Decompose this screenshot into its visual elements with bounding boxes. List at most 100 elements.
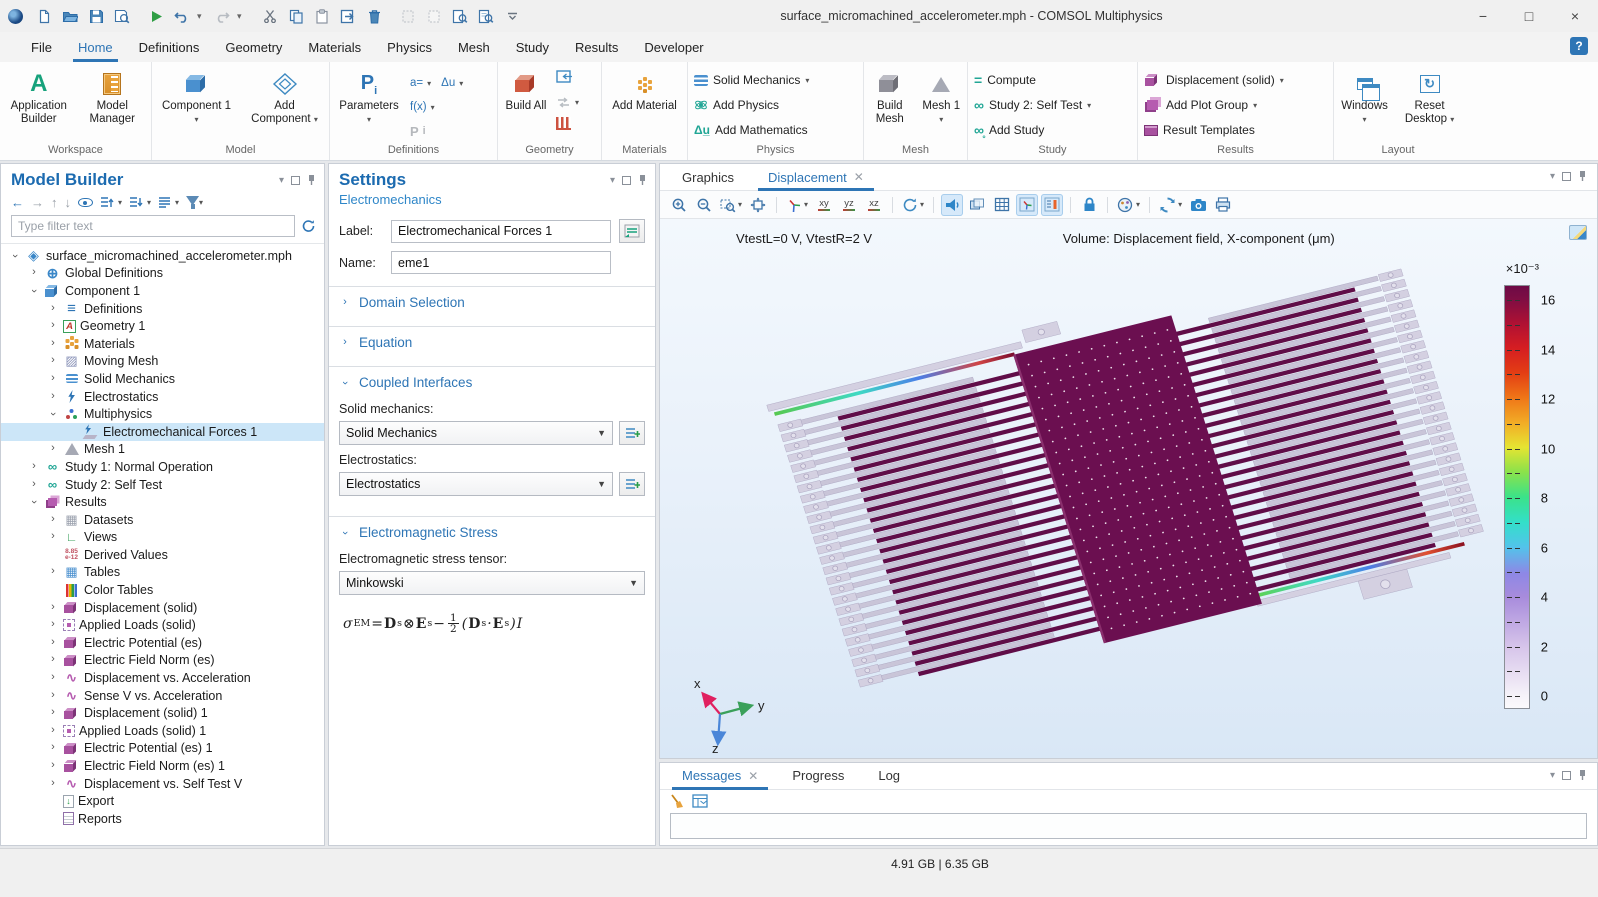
add-material-button[interactable]: Add Material <box>609 68 681 113</box>
tree-item[interactable]: Reports <box>1 810 324 828</box>
tree-item[interactable]: Export <box>1 792 324 810</box>
tree-item[interactable]: ›Multiphysics <box>1 405 324 423</box>
tree-expander-icon[interactable]: › <box>47 689 59 701</box>
tree-expander-icon[interactable]: › <box>47 530 59 542</box>
tree-expander-icon[interactable]: › <box>28 460 40 472</box>
plot-update-button[interactable]: ▾ <box>1157 194 1184 216</box>
tree-expander-icon[interactable]: › <box>47 565 59 577</box>
tree-expander-icon[interactable]: › <box>47 759 59 771</box>
tree-expander-icon[interactable]: › <box>47 390 59 402</box>
variables-button[interactable]: a=▾ <box>410 72 431 94</box>
view-yz-button[interactable]: yz <box>838 194 860 216</box>
add-study-button[interactable]: ∞̥Add Study <box>974 118 1044 142</box>
panel-menu-icon[interactable]: ▾ <box>279 175 284 186</box>
zoom-out-button[interactable] <box>693 194 715 216</box>
tree-item[interactable]: ›Component 1 <box>1 282 324 300</box>
panel-float-icon[interactable] <box>1562 771 1571 780</box>
label-field-input[interactable] <box>391 220 611 243</box>
solid-mechanics-dropdown[interactable]: Solid Mechanics▼ <box>339 421 613 445</box>
open-file-button[interactable] <box>59 5 81 27</box>
show-icon[interactable] <box>78 198 93 207</box>
find-button[interactable] <box>449 5 471 27</box>
delete-button[interactable] <box>363 5 385 27</box>
tree-item[interactable]: ›Electric Field Norm (es) 1 <box>1 757 324 775</box>
panel-pin-icon[interactable] <box>307 174 316 186</box>
nonlocal-couplings-button[interactable]: Δu▾ <box>441 72 463 94</box>
zoom-extents-button[interactable] <box>747 194 769 216</box>
filter-options-icon[interactable] <box>186 196 195 209</box>
undo-caret-icon[interactable]: ▾ <box>197 11 207 22</box>
menu-file[interactable]: File <box>18 32 65 62</box>
plot-image-icon[interactable] <box>1569 225 1587 240</box>
new-file-button[interactable] <box>33 5 55 27</box>
duplicate-button[interactable] <box>337 5 359 27</box>
menu-developer[interactable]: Developer <box>631 32 716 62</box>
tree-item[interactable]: Color Tables <box>1 581 324 599</box>
close-tab-icon[interactable]: ✕ <box>854 170 864 184</box>
tree-item[interactable]: ›Datasets <box>1 511 324 529</box>
redo-caret-icon[interactable]: ▾ <box>237 11 247 22</box>
show-axis-orientation-button[interactable] <box>1016 194 1038 216</box>
tree-expander-icon[interactable]: › <box>47 618 59 630</box>
tree-item[interactable]: ›Electrostatics <box>1 388 324 406</box>
reset-desktop-button[interactable]: ↻ Reset Desktop ▾ <box>1403 68 1456 126</box>
panel-pin-icon[interactable] <box>1578 769 1587 781</box>
tree-filter-input[interactable] <box>11 215 295 237</box>
tree-expander-icon[interactable]: › <box>28 285 40 297</box>
tab-messages[interactable]: Messages✕ <box>672 763 768 789</box>
tree-item[interactable]: ›Study 2: Self Test <box>1 476 324 494</box>
clear-messages-icon[interactable] <box>670 794 684 809</box>
3d-scene[interactable] <box>660 219 1597 758</box>
tree-expander-icon[interactable]: › <box>47 408 59 420</box>
show-color-legend-button[interactable] <box>1041 194 1063 216</box>
environment-reflections-button[interactable]: ▾ <box>1115 194 1142 216</box>
copy-button[interactable] <box>285 5 307 27</box>
result-templates-button[interactable]: Result Templates <box>1144 118 1255 142</box>
panel-pin-icon[interactable] <box>1578 170 1587 182</box>
tree-item[interactable]: ›Views <box>1 529 324 547</box>
tree-item[interactable]: ›Electric Potential (es) 1 <box>1 740 324 758</box>
paste-button[interactable] <box>311 5 333 27</box>
menu-home[interactable]: Home <box>65 32 126 62</box>
parameters-button[interactable]: Pi Parameters▾ <box>336 68 402 126</box>
undo-button[interactable] <box>171 5 193 27</box>
section-electromagnetic-stress[interactable]: ›Electromagnetic Stress <box>329 517 655 548</box>
add-component-button[interactable]: Add Component ▾ <box>249 68 321 126</box>
cut-button[interactable] <box>259 5 281 27</box>
redo-button[interactable] <box>211 5 233 27</box>
electrostatics-dropdown[interactable]: Electrostatics▼ <box>339 472 613 496</box>
panel-float-icon[interactable] <box>1562 172 1571 181</box>
tab-graphics[interactable]: Graphics <box>672 164 744 190</box>
lock-view-button[interactable] <box>1078 194 1100 216</box>
find-replace-button[interactable] <box>475 5 497 27</box>
tree-item[interactable]: ›Moving Mesh <box>1 353 324 371</box>
add-plot-group-button[interactable]: Add Plot Group ▾ <box>1144 93 1257 117</box>
image-snapshot-button[interactable] <box>1187 194 1209 216</box>
tree-expander-icon[interactable]: › <box>47 513 59 525</box>
solid-mechanics-select[interactable]: Solid Mechanics ▾ <box>694 68 809 92</box>
tree-item[interactable]: ›surface_micromachined_accelerometer.mph <box>1 247 324 265</box>
tree-expander-icon[interactable]: › <box>28 478 40 490</box>
view-xy-button[interactable]: xy <box>813 194 835 216</box>
tree-item[interactable]: ›Results <box>1 493 324 511</box>
show-grid-button[interactable] <box>991 194 1013 216</box>
tree-expander-icon[interactable]: › <box>47 671 59 683</box>
maximize-button[interactable]: □ <box>1506 0 1552 32</box>
tree-expander-icon[interactable]: › <box>47 337 59 349</box>
stress-tensor-dropdown[interactable]: Minkowski▼ <box>339 571 645 595</box>
tree-item[interactable]: ›Materials <box>1 335 324 353</box>
tree-expander-icon[interactable]: › <box>47 442 59 454</box>
tree-item[interactable]: ›Electric Field Norm (es) <box>1 652 324 670</box>
tree-item[interactable]: ›Definitions <box>1 300 324 318</box>
view-xz-button[interactable]: xz <box>863 194 885 216</box>
run-button[interactable] <box>145 5 167 27</box>
tree-expander-icon[interactable]: › <box>47 706 59 718</box>
tree-expander-icon[interactable]: › <box>47 741 59 753</box>
tree-item[interactable]: ›Global Definitions <box>1 265 324 283</box>
tree-item[interactable]: ›Tables <box>1 564 324 582</box>
tree-item[interactable]: ›Applied Loads (solid) 1 <box>1 722 324 740</box>
build-all-button[interactable]: Build All <box>504 68 548 113</box>
tab-progress[interactable]: Progress <box>782 763 854 789</box>
refresh-filter-icon[interactable] <box>301 219 316 233</box>
build-mesh-button[interactable]: Build Mesh <box>870 68 910 126</box>
